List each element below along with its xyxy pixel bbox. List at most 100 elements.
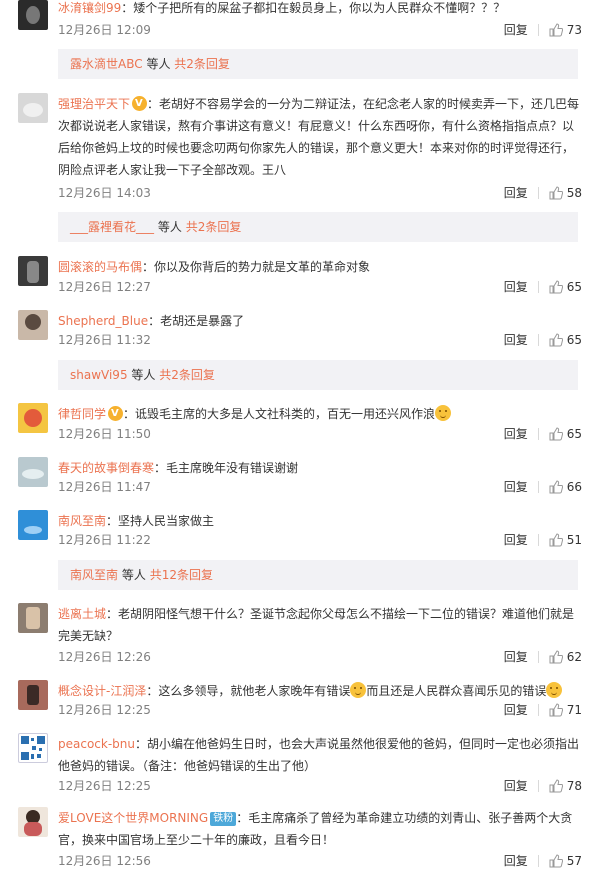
thumbs-up-icon[interactable] bbox=[549, 280, 563, 294]
reply-summary-user[interactable]: 露水滴世ABC bbox=[70, 57, 143, 71]
thumbs-up-icon[interactable] bbox=[549, 779, 563, 793]
comment-username[interactable]: Shepherd_Blue bbox=[58, 314, 148, 328]
comment-username[interactable]: 概念设计-江润泽 bbox=[58, 684, 146, 698]
avatar[interactable] bbox=[18, 510, 48, 540]
comment-body: 逃离土城：老胡阴阳怪气想干什么？圣诞节念起你父母怎么不描绘一下二位的错误？难道他… bbox=[58, 603, 582, 647]
comment-body: 爱LOVE这个世界MORNING 铁粉 ：毛主席痛杀了曾经为革命建立功绩的刘青山、张… bbox=[58, 807, 582, 851]
divider bbox=[537, 855, 539, 867]
comment-meta: 12月26日 12:26 回复 62 bbox=[58, 647, 582, 667]
avatar[interactable] bbox=[18, 603, 48, 633]
like-count[interactable]: 62 bbox=[567, 647, 582, 667]
like-count[interactable]: 65 bbox=[567, 277, 582, 297]
comment-time: 12月26日 12:56 bbox=[58, 854, 151, 868]
thumbs-up-icon[interactable] bbox=[549, 533, 563, 547]
reply-summary-count[interactable]: 共12条回复 bbox=[150, 568, 213, 582]
emoji-icon bbox=[435, 405, 452, 421]
reply-summary-count[interactable]: 共2条回复 bbox=[159, 368, 215, 382]
reply-summary-etc: 等人 bbox=[157, 220, 182, 234]
reply-summary-user[interactable]: shawVi95 bbox=[70, 368, 128, 382]
comment-text: ：诋毁毛主席的大多是人文社科类的，百无一用还兴风作浪 bbox=[123, 407, 436, 421]
like-count[interactable]: 57 bbox=[567, 851, 582, 871]
avatar[interactable] bbox=[18, 256, 48, 286]
reply-summary[interactable]: shawVi95 等人 共2条回复 bbox=[58, 360, 578, 390]
comment-username[interactable]: 强理治平天下 bbox=[58, 97, 130, 111]
member-badge-icon bbox=[132, 93, 148, 115]
divider bbox=[537, 334, 539, 346]
comment-time: 12月26日 14:03 bbox=[58, 186, 151, 200]
thumbs-up-icon[interactable] bbox=[549, 186, 563, 200]
reply-button[interactable]: 回复 bbox=[504, 776, 528, 796]
reply-button[interactable]: 回复 bbox=[504, 20, 528, 40]
comment-username[interactable]: 爱LOVE这个世界MORNING bbox=[58, 811, 208, 825]
reply-summary-count[interactable]: 共2条回复 bbox=[174, 57, 230, 71]
comment-body: 南风至南：坚持人民当家做主 bbox=[58, 510, 582, 532]
comment-text: ：胡小编在他爸妈生日时，也会大声说虽然他很爱他的爸妈，但同时一定也必须指出他爸妈… bbox=[58, 737, 580, 773]
avatar[interactable] bbox=[18, 93, 48, 123]
thumbs-up-icon[interactable] bbox=[549, 333, 563, 347]
thumbs-up-icon[interactable] bbox=[549, 650, 563, 664]
comment-time: 12月26日 11:47 bbox=[58, 480, 151, 494]
comment-meta: 12月26日 11:32 回复 65 bbox=[58, 330, 582, 350]
comment-body: 春天的故事倒春寒：毛主席晚年没有错误谢谢 bbox=[58, 457, 582, 479]
avatar[interactable] bbox=[18, 457, 48, 487]
like-count[interactable]: 78 bbox=[567, 776, 582, 796]
like-count[interactable]: 71 bbox=[567, 700, 582, 720]
like-count[interactable]: 73 bbox=[567, 20, 582, 40]
avatar[interactable] bbox=[18, 310, 48, 340]
avatar[interactable] bbox=[18, 807, 48, 837]
divider bbox=[537, 481, 539, 493]
like-count[interactable]: 65 bbox=[567, 330, 582, 350]
comment-username[interactable]: 南风至南 bbox=[58, 514, 106, 528]
divider bbox=[537, 428, 539, 440]
reply-button[interactable]: 回复 bbox=[504, 700, 528, 720]
reply-summary-user[interactable]: ___露裡看花___ bbox=[70, 220, 154, 234]
thumbs-up-icon[interactable] bbox=[549, 23, 563, 37]
reply-button[interactable]: 回复 bbox=[504, 647, 528, 667]
reply-button[interactable]: 回复 bbox=[504, 424, 528, 444]
reply-summary[interactable]: ___露裡看花___ 等人 共2条回复 bbox=[58, 212, 578, 242]
comment-username[interactable]: peacock-bnu bbox=[58, 737, 135, 751]
comment-username[interactable]: 逃离土城 bbox=[58, 607, 106, 621]
thumbs-up-icon[interactable] bbox=[549, 427, 563, 441]
avatar[interactable] bbox=[18, 403, 48, 433]
comment-time: 12月26日 11:22 bbox=[58, 533, 151, 547]
comment-meta: 12月26日 12:56 回复 57 bbox=[58, 851, 582, 871]
like-count[interactable]: 51 bbox=[567, 530, 582, 550]
comment-body: 冰淯镶剑99：矮个子把所有的屎盆子都扣在毅员身上，你以为人民群众不懂啊？？？ bbox=[58, 0, 582, 19]
like-count[interactable]: 66 bbox=[567, 477, 582, 497]
comment-text-cont: 而且还是人民群众喜闻乐见的错误 bbox=[366, 684, 547, 698]
comment-username[interactable]: 律哲同学 bbox=[58, 407, 106, 421]
reply-button[interactable]: 回复 bbox=[504, 530, 528, 550]
comment-username[interactable]: 冰淯镶剑99 bbox=[58, 1, 121, 15]
comment-username[interactable]: 圆滚滚的马布偶 bbox=[58, 260, 142, 274]
comment-body: 律哲同学 ：诋毁毛主席的大多是人文社科类的，百无一用还兴风作浪 bbox=[58, 403, 582, 425]
reply-summary[interactable]: 南风至南 等人 共12条回复 bbox=[58, 560, 578, 590]
comment-text: ：老胡阴阳怪气想干什么？圣诞节念起你父母怎么不描绘一下二位的错误？难道他们就是完… bbox=[58, 607, 575, 643]
comment-text: ：毛主席晚年没有错误谢谢 bbox=[154, 461, 299, 475]
comment-meta: 12月26日 11:22 回复 51 bbox=[58, 530, 582, 550]
thumbs-up-icon[interactable] bbox=[549, 703, 563, 717]
divider bbox=[537, 780, 539, 792]
avatar[interactable] bbox=[18, 680, 48, 710]
comment-body: 强理治平天下：老胡好不容易学会的一分为二辩证法，在纪念老人家的时候卖弄一下，还几… bbox=[58, 93, 582, 181]
reply-summary-user[interactable]: 南风至南 bbox=[70, 568, 118, 582]
avatar[interactable] bbox=[18, 733, 48, 763]
comment-text: ：这么多领导，就他老人家晚年有错误 bbox=[146, 684, 351, 698]
comment-username[interactable]: 春天的故事倒春寒 bbox=[58, 461, 154, 475]
like-count[interactable]: 58 bbox=[567, 183, 582, 203]
reply-button[interactable]: 回复 bbox=[504, 277, 528, 297]
comment-meta: 12月26日 14:03 回复 58 bbox=[58, 183, 582, 203]
reply-summary-count[interactable]: 共2条回复 bbox=[186, 220, 242, 234]
thumbs-up-icon[interactable] bbox=[549, 480, 563, 494]
divider bbox=[537, 651, 539, 663]
avatar[interactable] bbox=[18, 0, 48, 30]
like-count[interactable]: 65 bbox=[567, 424, 582, 444]
divider bbox=[537, 281, 539, 293]
reply-button[interactable]: 回复 bbox=[504, 477, 528, 497]
reply-summary[interactable]: 露水滴世ABC 等人 共2条回复 bbox=[58, 49, 578, 79]
reply-button[interactable]: 回复 bbox=[504, 183, 528, 203]
thumbs-up-icon[interactable] bbox=[549, 854, 563, 868]
reply-button[interactable]: 回复 bbox=[504, 330, 528, 350]
fan-badge: 铁粉 bbox=[210, 812, 237, 826]
reply-button[interactable]: 回复 bbox=[504, 851, 528, 871]
